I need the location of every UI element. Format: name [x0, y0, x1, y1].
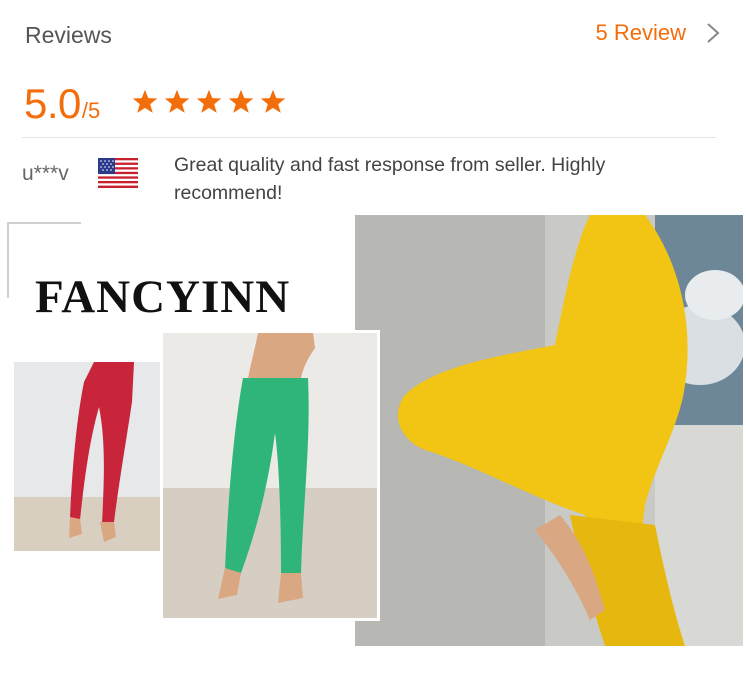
brand-logo: FANCYINN [35, 271, 291, 323]
star-rating [130, 88, 288, 116]
star-icon [164, 89, 190, 113]
review-count: 5 Review [595, 20, 686, 45]
divider [22, 137, 716, 138]
view-all-reviews-link[interactable]: 5 Review [596, 20, 720, 46]
us-flag-icon [98, 158, 138, 188]
photo-green-leggings [160, 330, 380, 621]
rating-score: 5.0 /5 [24, 80, 100, 128]
star-icon [196, 89, 222, 113]
review-photo[interactable]: FANCYINN [0, 212, 746, 690]
reviews-title: Reviews [25, 22, 112, 48]
photo-red-leggings [12, 360, 183, 553]
rating-value: 5.0 [24, 80, 81, 127]
reviewer-name: u***v [22, 162, 69, 185]
star-icon [132, 89, 158, 113]
rating-denominator: /5 [81, 98, 101, 123]
photo-yellow-leggings [355, 215, 743, 646]
reviews-header: Reviews 5 Review [0, 0, 746, 70]
star-icon [260, 89, 286, 113]
star-icon [228, 89, 254, 113]
review-comment: Great quality and fast response from sel… [174, 154, 606, 204]
chevron-right-icon [707, 23, 720, 43]
